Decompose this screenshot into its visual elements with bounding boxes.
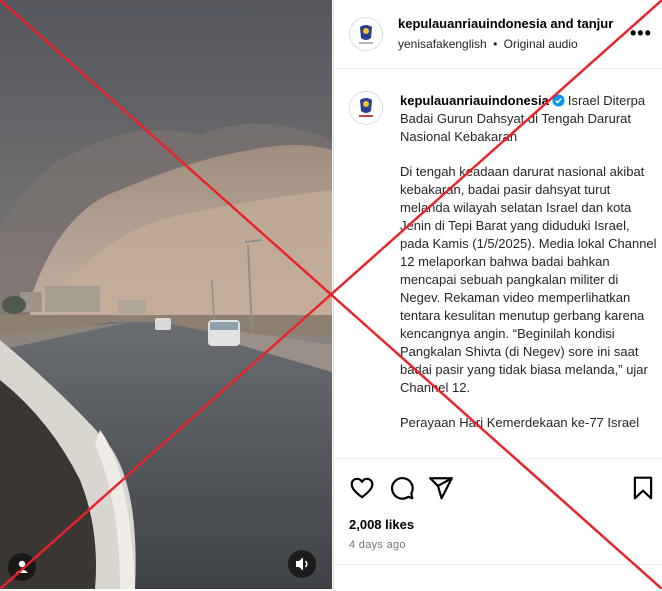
share-icon[interactable] (428, 475, 454, 501)
caption-paragraph-1: Di tengah keadaan darurat nasional akiba… (400, 164, 657, 395)
like-count[interactable]: 2,008 likes (349, 517, 414, 532)
post-timestamp[interactable]: 4 days ago (349, 539, 406, 551)
speaker-icon (296, 557, 308, 571)
post-detail-panel: kepulauanriauindonesia and tanjur yenisa… (333, 0, 662, 589)
sandstorm-video-frame (0, 0, 332, 589)
caption-username[interactable]: kepulauanriauindonesia (400, 93, 549, 108)
audio-attribution[interactable]: yenisafakenglish • Original audio (398, 37, 578, 51)
emblem-logo-icon (351, 19, 381, 49)
audio-separator: • (493, 37, 498, 51)
post-actions-section: 2,008 likes 4 days ago (334, 458, 662, 590)
audio-user[interactable]: yenisafakenglish (398, 37, 487, 51)
user-tag-icon (16, 560, 28, 573)
user-tag-button[interactable] (8, 553, 36, 581)
caption-headline: kepulauanriauindonesia Israel Diterpa Bad… (400, 92, 658, 146)
heart-icon[interactable] (349, 475, 375, 501)
bookmark-icon[interactable] (630, 475, 656, 501)
post-header-title[interactable]: kepulauanriauindonesia and tanjur (398, 16, 623, 31)
comment-input-area[interactable] (334, 564, 662, 591)
comment-icon[interactable] (389, 475, 415, 501)
post-caption: kepulauanriauindonesia Israel Diterpa Bad… (400, 92, 658, 449)
verified-badge-icon (552, 94, 565, 107)
caption-paragraph-2: Perayaan Hari Kemerdekaan ke-77 Israel (400, 415, 640, 430)
emblem-logo-icon (351, 93, 381, 123)
mute-button[interactable] (288, 550, 316, 578)
post-video[interactable] (0, 0, 332, 589)
author-avatar[interactable] (349, 17, 383, 51)
post-header: kepulauanriauindonesia and tanjur yenisa… (334, 0, 662, 69)
caption-author-avatar[interactable] (349, 91, 383, 125)
audio-label[interactable]: Original audio (504, 37, 578, 51)
caption-headline-rest: Badai Gurun Dahsyat di Tengah Darurat Na… (400, 111, 632, 144)
more-options-icon[interactable]: ••• (630, 23, 652, 44)
caption-headline-first: Israel Diterpa (567, 93, 646, 108)
